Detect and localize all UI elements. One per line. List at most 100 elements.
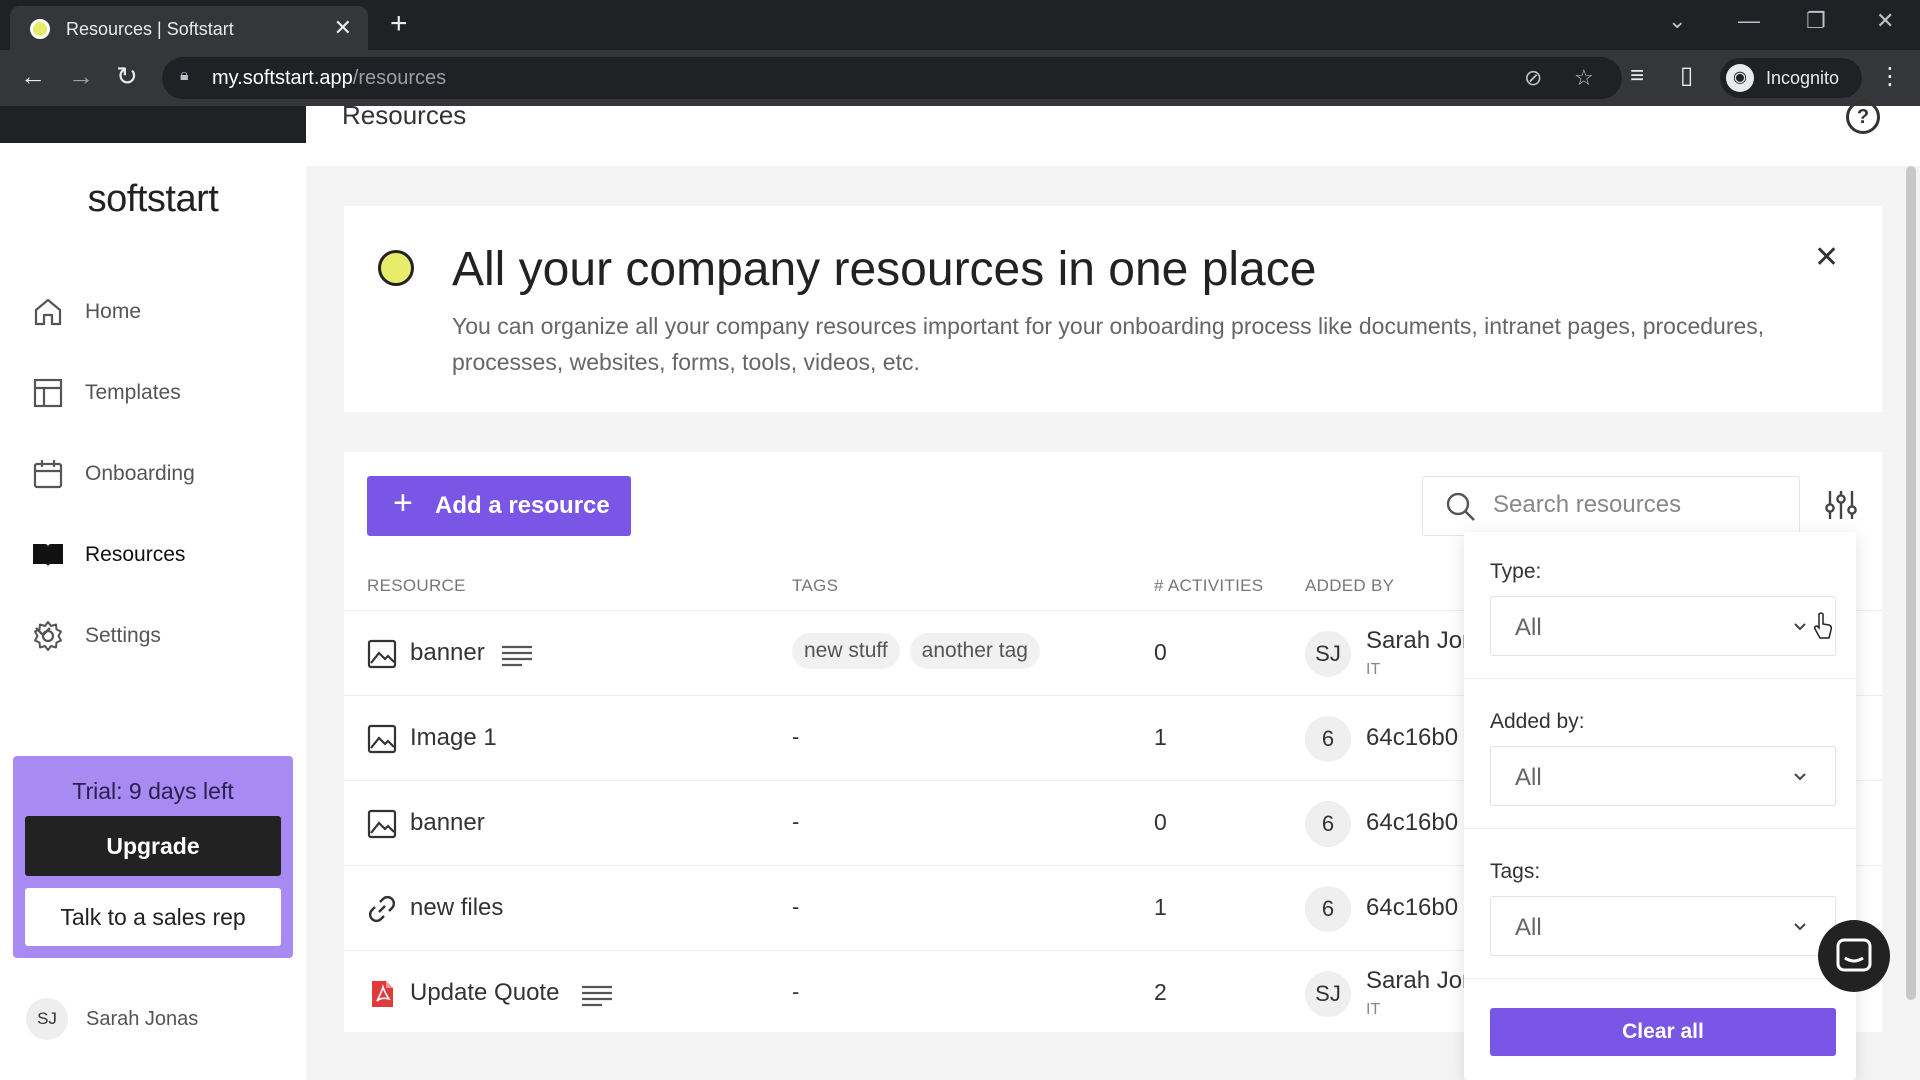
media-control-icon[interactable]: ≡ [1630,64,1644,88]
divider [1464,978,1856,979]
sidebar: softstart Home Templates Onboarding Reso… [0,106,306,1080]
added-by-select[interactable]: All [1490,746,1836,806]
image-icon [367,724,397,754]
type-select[interactable]: All [1490,596,1836,656]
no-tags-placeholder: - [792,979,800,1004]
pdf-icon [372,981,393,1007]
new-tab-icon[interactable]: + [390,9,408,39]
browser-toolbar: ← → ↻ 🔒︎ my.softstart.app/resources ⊘ ☆ … [0,50,1920,106]
close-tab-icon[interactable]: ✕ [334,15,352,41]
lock-icon: 🔒︎ [180,67,189,84]
resource-name[interactable]: banner [410,809,485,837]
forward-icon[interactable]: → [68,63,94,89]
resource-name[interactable]: banner [410,639,485,667]
brand-dot-icon [378,250,414,286]
avatar: 6 [1305,886,1351,932]
added-by-name: 64c16b0 [1366,724,1459,751]
minimize-icon[interactable]: — [1738,8,1760,34]
softstart-favicon-icon [30,19,50,39]
user-name[interactable]: Sarah Jonas [86,1008,198,1031]
close-banner-icon[interactable]: ✕ [1814,240,1839,275]
incognito-badge[interactable]: ◉ Incognito [1720,58,1862,98]
softstart-logo[interactable]: softstart [0,178,306,221]
back-icon[interactable]: ← [20,63,46,89]
chevron-down-icon [1794,923,1806,931]
avatar: 6 [1305,801,1351,847]
avatar[interactable]: SJ [26,998,68,1040]
close-window-icon[interactable]: ✕ [1876,8,1894,34]
description-lines-icon [582,985,612,1007]
restore-icon[interactable]: ❐ [1806,8,1826,34]
link-icon [369,896,395,922]
activities-count: 0 [1154,809,1167,835]
filter-popover: Type: All Added by: All Tags: All Clear … [1464,532,1856,1080]
column-header-activities[interactable]: # ACTIVITIES [1154,576,1263,596]
chevron-down-icon[interactable] [32,620,54,642]
talk-to-sales-button[interactable]: Talk to a sales rep [25,888,281,946]
resource-name[interactable]: Image 1 [410,724,497,752]
sidebar-item-settings[interactable]: Settings [32,612,292,660]
plus-icon: + [393,484,413,522]
no-tags-placeholder: - [792,724,800,749]
column-header-added-by[interactable]: ADDED BY [1305,576,1394,596]
tab-search-icon[interactable]: ⌄ [1668,8,1686,34]
address-bar[interactable]: 🔒︎ my.softstart.app/resources ⊘ ☆ [162,57,1622,99]
chat-launcher-button[interactable] [1818,920,1890,992]
chat-icon [1836,938,1872,972]
image-icon [367,639,397,669]
no-tags-placeholder: - [792,809,800,834]
home-icon [34,298,62,326]
trial-panel: Trial: 9 days left Upgrade Talk to a sal… [13,756,293,958]
activities-count: 1 [1154,724,1167,750]
upgrade-button[interactable]: Upgrade [25,816,281,876]
search-input[interactable] [1493,491,1783,519]
filter-sliders-icon[interactable] [1824,488,1858,522]
browser-tab[interactable]: Resources | Softstart ✕ [10,6,368,50]
incognito-icon: ◉ [1726,64,1754,92]
bookmark-star-icon[interactable]: ☆ [1574,65,1594,91]
tag-list: new stuff another tag [792,633,1050,669]
search-box[interactable] [1422,476,1800,536]
book-icon [33,544,63,567]
sidebar-item-home[interactable]: Home [32,288,292,336]
avatar: SJ [1305,971,1351,1017]
browser-menu-icon[interactable]: ⋮ [1878,62,1902,91]
type-filter-label: Type: [1490,560,1542,583]
resource-name[interactable]: new files [410,894,503,922]
tags-select[interactable]: All [1490,896,1836,956]
added-by-department: IT [1366,1001,1381,1018]
added-by-select-value: All [1515,764,1542,791]
sidebar-item-label: Resources [85,543,186,566]
tab-title: Resources | Softstart [66,19,234,39]
browser-tabbar: Resources | Softstart ✕ + ⌄ — ❐ ✕ [0,0,1920,50]
side-panel-icon[interactable]: ▯ [1680,64,1693,88]
sidebar-item-label: Settings [85,624,161,647]
resource-name[interactable]: Update Quote [410,979,559,1007]
add-resource-button[interactable]: + Add a resource [367,476,631,536]
sidebar-item-resources[interactable]: Resources [32,531,292,579]
sidebar-item-templates[interactable]: Templates [32,369,292,417]
column-header-tags[interactable]: TAGS [792,576,838,596]
chevron-down-icon [1794,623,1806,631]
url-text: my.softstart.app/resources [212,67,447,89]
tag-chip[interactable]: new stuff [792,633,900,669]
divider [1464,678,1856,679]
tag-chip[interactable]: another tag [909,633,1040,669]
help-icon[interactable]: ? [1846,100,1880,134]
description-lines-icon [502,645,532,667]
reload-icon[interactable]: ↻ [116,63,138,89]
added-by-name: 64c16b0 [1366,894,1459,921]
tracking-protection-icon[interactable]: ⊘ [1524,65,1542,91]
no-tags-placeholder: - [792,894,800,919]
sidebar-item-onboarding[interactable]: Onboarding [32,450,292,498]
templates-icon [33,378,63,408]
clear-all-button[interactable]: Clear all [1490,1008,1836,1056]
incognito-label: Incognito [1766,68,1840,88]
page-scrollbar[interactable] [1906,166,1916,1000]
sidebar-top-strip [0,106,306,143]
image-icon [367,809,397,839]
chevron-down-icon [1794,773,1806,781]
sidebar-item-label: Templates [85,381,181,404]
add-resource-label: Add a resource [435,492,610,519]
column-header-resource[interactable]: RESOURCE [367,576,466,596]
